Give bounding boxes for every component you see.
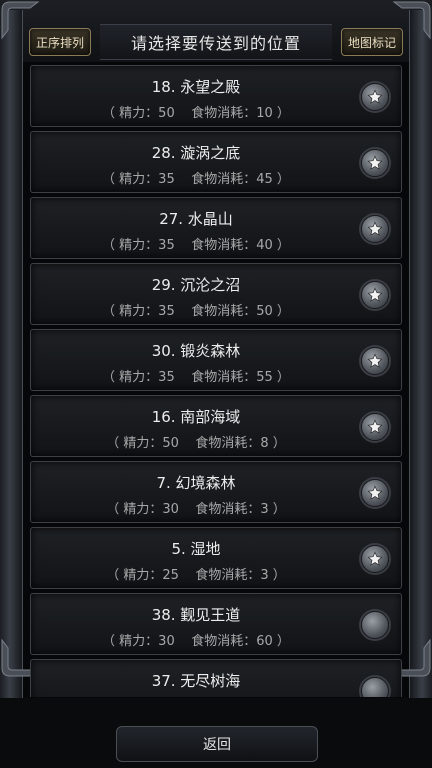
corner-ornament bbox=[392, 0, 432, 40]
location-cost: （ 精力：35 食物消耗：40 ） bbox=[102, 238, 290, 253]
location-name: 30. 锻炎森林 bbox=[151, 342, 241, 360]
location-list[interactable]: 18. 永望之殿 （ 精力：50 食物消耗：10 ） 28. 漩涡之底 （ 精力… bbox=[30, 63, 402, 697]
location-item[interactable]: 29. 沉沦之沼 （ 精力：35 食物消耗：50 ） bbox=[30, 263, 402, 325]
game-window: 请选择要传送到的位置 正序排列 地图标记 18. 永望之殿 （ 精力：50 食物… bbox=[0, 0, 432, 768]
location-item[interactable]: 27. 水晶山 （ 精力：35 食物消耗：40 ） bbox=[30, 197, 402, 259]
favorite-empty-icon[interactable] bbox=[361, 677, 389, 697]
location-name: 37. 无尽树海 bbox=[151, 672, 241, 690]
location-name: 16. 南部海域 bbox=[151, 408, 241, 426]
location-item[interactable]: 16. 南部海域 （ 精力：50 食物消耗：8 ） bbox=[30, 395, 402, 457]
favorite-star-icon[interactable] bbox=[361, 83, 389, 111]
favorite-star-icon[interactable] bbox=[361, 347, 389, 375]
location-item[interactable]: 37. 无尽树海 bbox=[30, 659, 402, 697]
location-cost: （ 精力：50 食物消耗：10 ） bbox=[102, 106, 290, 121]
location-name: 5. 湿地 bbox=[171, 540, 221, 558]
favorite-empty-icon[interactable] bbox=[361, 611, 389, 639]
location-name: 28. 漩涡之底 bbox=[151, 144, 241, 162]
left-ornate-border bbox=[0, 10, 23, 708]
location-cost: （ 精力：35 食物消耗：55 ） bbox=[102, 370, 290, 385]
location-item[interactable]: 30. 锻炎森林 （ 精力：35 食物消耗：55 ） bbox=[30, 329, 402, 391]
favorite-star-icon[interactable] bbox=[361, 545, 389, 573]
location-cost: （ 精力：25 食物消耗：3 ） bbox=[106, 568, 286, 583]
location-cost: （ 精力：30 食物消耗：3 ） bbox=[106, 502, 286, 517]
location-name: 38. 觐见王道 bbox=[151, 606, 241, 624]
location-cost: （ 精力：50 食物消耗：8 ） bbox=[106, 436, 286, 451]
location-name: 29. 沉沦之沼 bbox=[151, 276, 241, 294]
location-item[interactable]: 7. 幻境森林 （ 精力：30 食物消耗：3 ） bbox=[30, 461, 402, 523]
location-cost: （ 精力：35 食物消耗：45 ） bbox=[102, 172, 290, 187]
right-ornate-border bbox=[409, 10, 432, 708]
favorite-star-icon[interactable] bbox=[361, 215, 389, 243]
location-item[interactable]: 38. 觐见王道 （ 精力：30 食物消耗：60 ） bbox=[30, 593, 402, 655]
location-item[interactable]: 28. 漩涡之底 （ 精力：35 食物消耗：45 ） bbox=[30, 131, 402, 193]
header-bar: 请选择要传送到的位置 正序排列 地图标记 bbox=[0, 0, 432, 62]
location-name: 27. 水晶山 bbox=[159, 210, 233, 228]
location-name: 18. 永望之殿 bbox=[151, 78, 241, 96]
location-item[interactable]: 18. 永望之殿 （ 精力：50 食物消耗：10 ） bbox=[30, 65, 402, 127]
favorite-star-icon[interactable] bbox=[361, 149, 389, 177]
location-cost: （ 精力：30 食物消耗：60 ） bbox=[102, 634, 290, 649]
location-item[interactable]: 5. 湿地 （ 精力：25 食物消耗：3 ） bbox=[30, 527, 402, 589]
location-name: 7. 幻境森林 bbox=[156, 474, 236, 492]
favorite-star-icon[interactable] bbox=[361, 413, 389, 441]
location-cost: （ 精力：35 食物消耗：50 ） bbox=[102, 304, 290, 319]
favorite-star-icon[interactable] bbox=[361, 479, 389, 507]
corner-ornament bbox=[0, 0, 40, 40]
favorite-star-icon[interactable] bbox=[361, 281, 389, 309]
back-button[interactable]: 返回 bbox=[116, 726, 318, 762]
